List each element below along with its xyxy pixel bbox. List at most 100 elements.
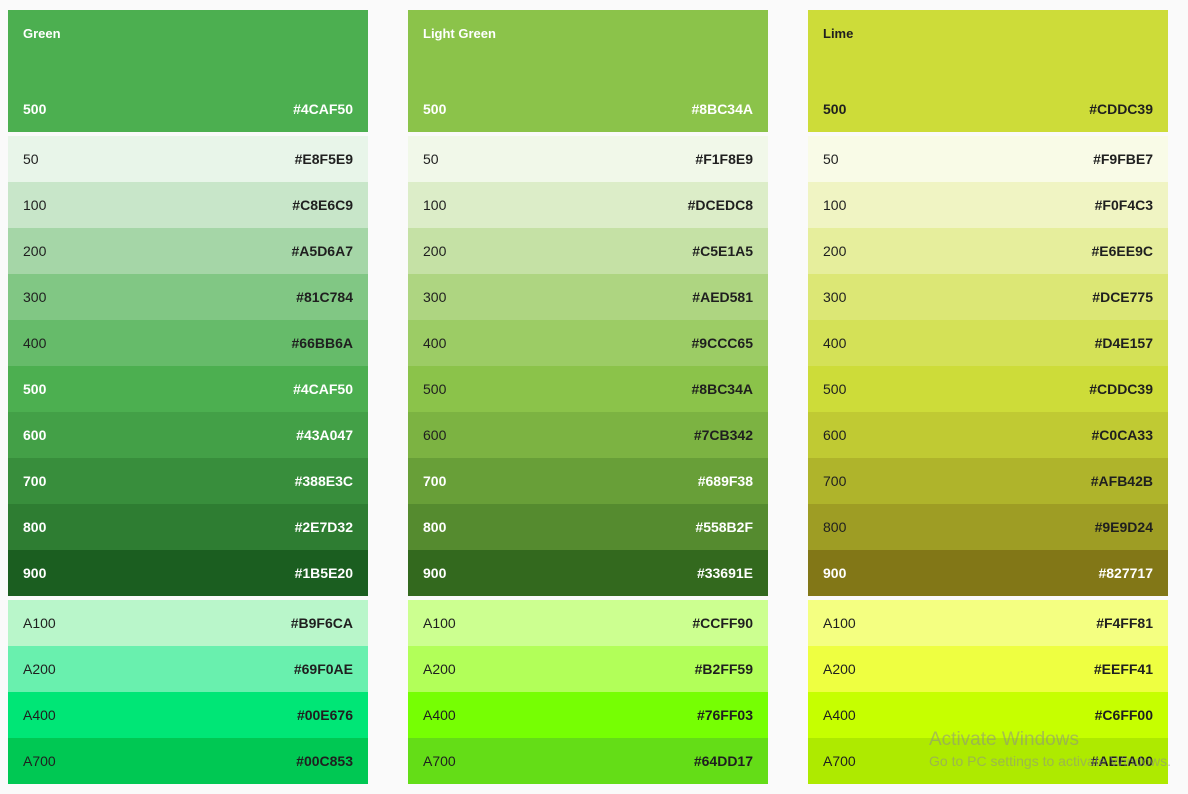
color-swatch-row: 600 #7CB342 (408, 412, 768, 458)
hex-code: #4CAF50 (293, 381, 353, 397)
color-swatch-row: A700 #64DD17 (408, 738, 768, 784)
hex-code: #C8E6C9 (292, 197, 353, 213)
color-swatch-row: A200 #EEFF41 (808, 646, 1168, 692)
palette-header-swatch: 500 #4CAF50 (23, 101, 353, 117)
color-swatch-row: 100 #C8E6C9 (8, 182, 368, 228)
hex-code: #E6EE9C (1091, 243, 1153, 259)
color-swatch-row: 300 #81C784 (8, 274, 368, 320)
color-swatch-row: 100 #DCEDC8 (408, 182, 768, 228)
palette-header: Green 500 #4CAF50 (8, 10, 368, 132)
color-swatch-row: 100 #F0F4C3 (808, 182, 1168, 228)
shade-label: A400 (423, 707, 456, 723)
shade-label: 800 (823, 519, 847, 535)
hex-code: #C5E1A5 (692, 243, 753, 259)
shade-label: 50 (423, 151, 439, 167)
hex-code: #AFB42B (1090, 473, 1153, 489)
hex-code: #C0CA33 (1091, 427, 1153, 443)
color-swatch-row: A700 #00C853 (8, 738, 368, 784)
hex-code: #00C853 (296, 753, 353, 769)
color-swatch-row: A700 #AEEA00 (808, 738, 1168, 784)
shade-label: A100 (423, 615, 456, 631)
hex-code: #F1F8E9 (695, 151, 753, 167)
shade-label: 800 (23, 519, 47, 535)
palette-header-swatch: 500 #8BC34A (423, 101, 753, 117)
hex-code: #558B2F (695, 519, 753, 535)
shade-label: A700 (823, 753, 856, 769)
hex-code: #B2FF59 (694, 661, 753, 677)
hex-code: #827717 (1098, 565, 1153, 581)
hex-code: #9CCC65 (691, 335, 753, 351)
shade-label: 50 (23, 151, 39, 167)
hex-code: #66BB6A (291, 335, 353, 351)
color-swatch-row: 300 #AED581 (408, 274, 768, 320)
hex-code: #00E676 (296, 707, 353, 723)
hex-code: #1B5E20 (294, 565, 353, 581)
palette-header: Light Green 500 #8BC34A (408, 10, 768, 132)
color-swatch-row: 300 #DCE775 (808, 274, 1168, 320)
shade-label: A100 (823, 615, 856, 631)
palette-name: Green (23, 26, 61, 41)
hex-code: #DCEDC8 (687, 197, 753, 213)
shade-label: 500 (823, 101, 847, 117)
hex-code: #81C784 (296, 289, 353, 305)
shade-label: 300 (23, 289, 47, 305)
color-swatch-row: 600 #43A047 (8, 412, 368, 458)
shade-label: 600 (423, 427, 447, 443)
shade-label: A200 (23, 661, 56, 677)
color-swatch-row: 200 #E6EE9C (808, 228, 1168, 274)
color-swatch-row: 600 #C0CA33 (808, 412, 1168, 458)
shade-label: 800 (423, 519, 447, 535)
shade-label: 300 (423, 289, 447, 305)
palette-name: Light Green (423, 26, 496, 41)
color-swatch-row: 50 #F1F8E9 (408, 136, 768, 182)
shade-label: 500 (423, 381, 447, 397)
hex-code: #AED581 (692, 289, 753, 305)
palette-green: Green 500 #4CAF50 50 #E8F5E9 100 #C8E6C9 200 #A5… (8, 10, 368, 784)
shade-label: 400 (823, 335, 847, 351)
hex-code: #8BC34A (691, 101, 753, 117)
color-swatch-row: 500 #4CAF50 (8, 366, 368, 412)
hex-code: #B9F6CA (290, 615, 353, 631)
color-swatch-row: 400 #D4E157 (808, 320, 1168, 366)
shade-label: 700 (823, 473, 847, 489)
color-swatch-row: 500 #8BC34A (408, 366, 768, 412)
palette-header-swatch: 500 #CDDC39 (823, 101, 1153, 117)
shade-label: 200 (23, 243, 47, 259)
shade-label: 100 (423, 197, 447, 213)
shade-label: 500 (423, 101, 447, 117)
shade-label: A400 (23, 707, 56, 723)
shade-label: A100 (23, 615, 56, 631)
shade-label: 100 (23, 197, 47, 213)
color-swatch-row: 700 #AFB42B (808, 458, 1168, 504)
shade-label: 900 (823, 565, 847, 581)
shade-label: A700 (423, 753, 456, 769)
color-swatch-row: 800 #9E9D24 (808, 504, 1168, 550)
shade-label: A400 (823, 707, 856, 723)
shade-label: 100 (823, 197, 847, 213)
color-swatch-row: 700 #689F38 (408, 458, 768, 504)
color-swatch-row: 800 #2E7D32 (8, 504, 368, 550)
color-swatch-row: 800 #558B2F (408, 504, 768, 550)
hex-code: #64DD17 (693, 753, 753, 769)
hex-code: #9E9D24 (1094, 519, 1153, 535)
color-swatch-row: 50 #F9FBE7 (808, 136, 1168, 182)
color-swatch-row: A200 #B2FF59 (408, 646, 768, 692)
shade-label: 50 (823, 151, 839, 167)
color-swatch-row: A400 #76FF03 (408, 692, 768, 738)
color-swatch-row: A100 #CCFF90 (408, 600, 768, 646)
color-swatch-row: 200 #A5D6A7 (8, 228, 368, 274)
palette-light-green: Light Green 500 #8BC34A 50 #F1F8E9 100 #DCEDC8… (408, 10, 768, 784)
shade-label: 500 (23, 101, 47, 117)
shade-label: 600 (823, 427, 847, 443)
hex-code: #2E7D32 (294, 519, 353, 535)
palette-name: Lime (823, 26, 854, 41)
color-swatch-row: 500 #CDDC39 (808, 366, 1168, 412)
shade-label: 900 (23, 565, 47, 581)
hex-code: #F0F4C3 (1094, 197, 1153, 213)
hex-code: #C6FF00 (1094, 707, 1153, 723)
hex-code: #4CAF50 (293, 101, 353, 117)
color-swatch-row: A400 #C6FF00 (808, 692, 1168, 738)
color-swatch-row: 900 #827717 (808, 550, 1168, 596)
palette-lime: Lime 500 #CDDC39 50 #F9FBE7 100 #F0F4C3 200 #E6E… (808, 10, 1168, 784)
color-swatch-row: A200 #69F0AE (8, 646, 368, 692)
